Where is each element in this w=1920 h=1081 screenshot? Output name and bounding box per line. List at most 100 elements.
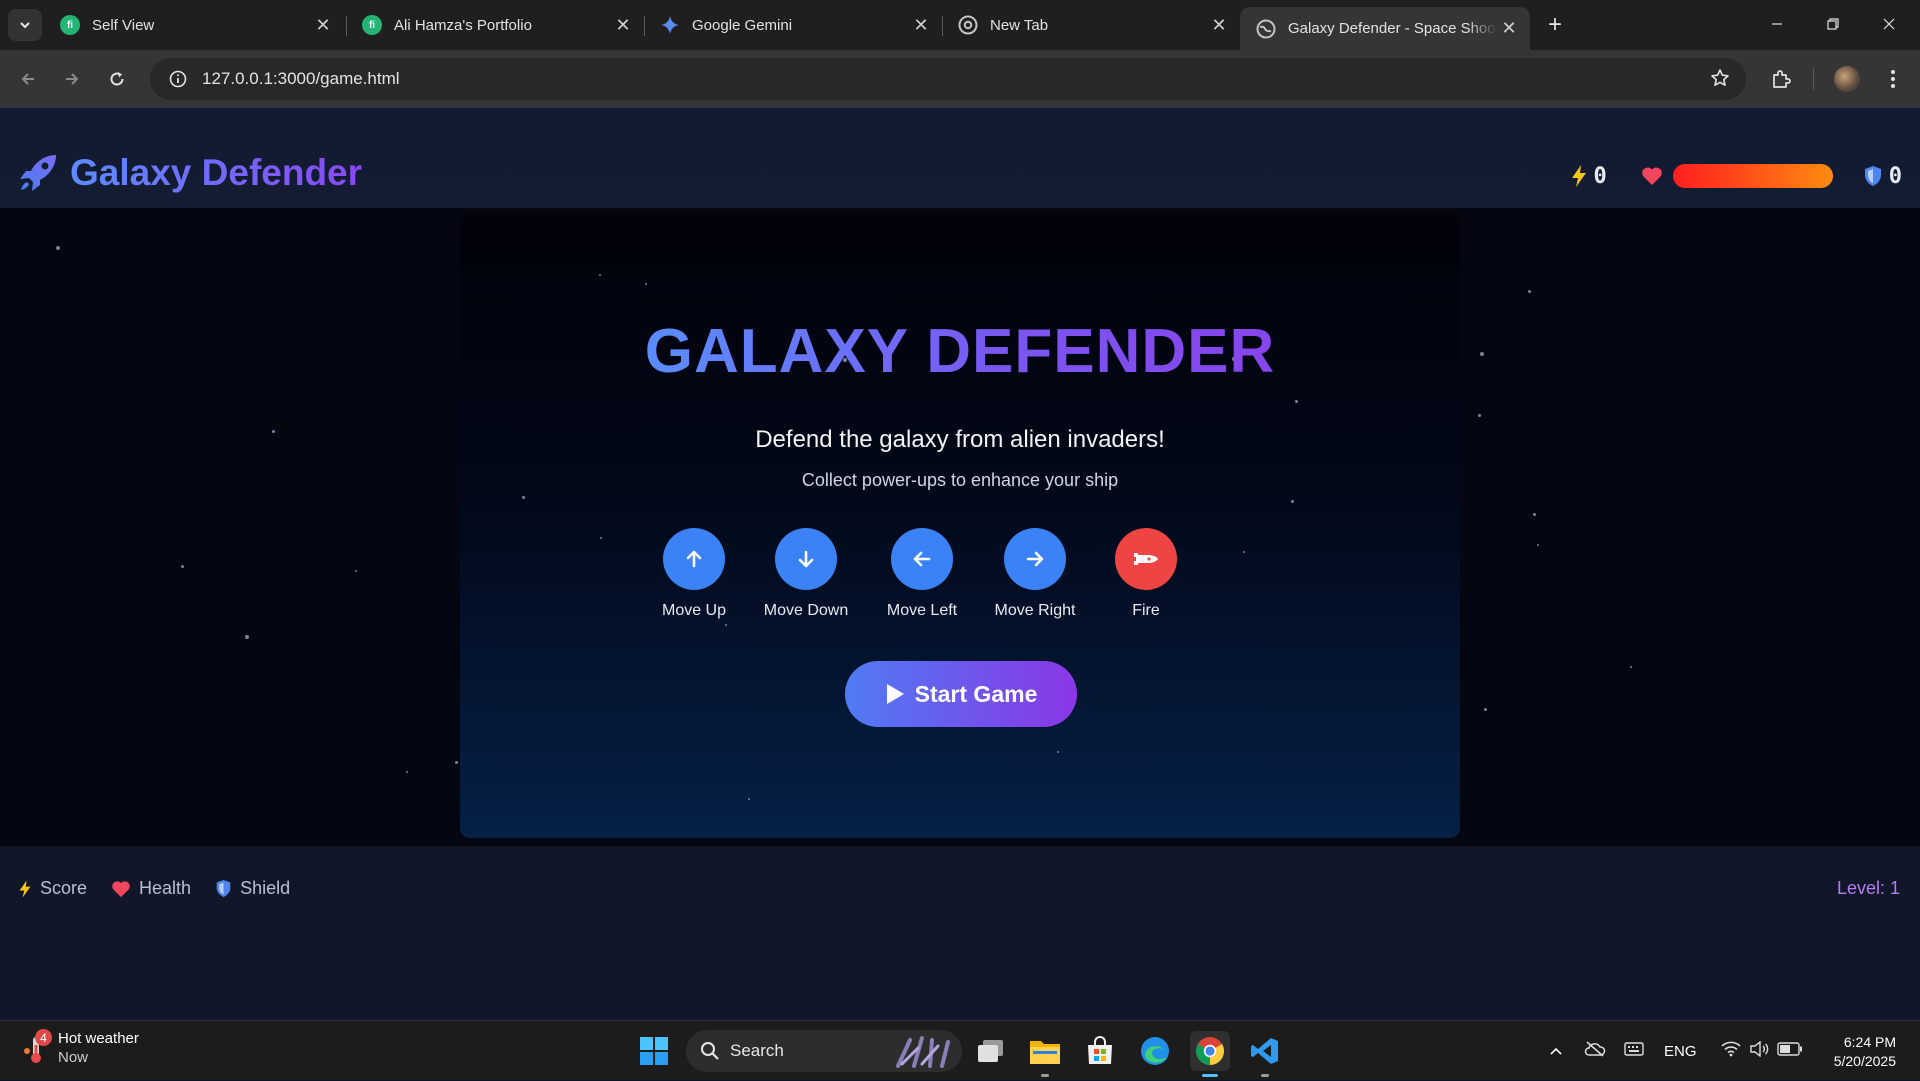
fire-icon [1134,553,1158,565]
edge-button[interactable] [1135,1031,1175,1071]
language-indicator[interactable]: ENG [1664,1043,1697,1060]
star [645,283,647,285]
running-indicator [1041,1074,1049,1077]
close-icon [1883,18,1895,30]
fire-button[interactable] [1115,528,1177,590]
move-left-button[interactable] [891,528,953,590]
taskbar-search[interactable]: Search [686,1030,962,1072]
chrome-taskbar-button[interactable] [1190,1031,1230,1077]
close-icon[interactable]: ✕ [612,14,634,36]
level-indicator: Level: 1 [1836,878,1900,898]
weather-text: Hot weather Now [58,1029,139,1067]
windows-logo-icon [640,1037,668,1065]
tab-search-button[interactable] [8,9,42,41]
wifi-icon[interactable] [1720,1041,1741,1061]
thermometer-icon: 4 [22,1029,52,1065]
star [725,624,727,626]
shield-icon [216,880,231,897]
tab-portfolio[interactable]: fi Ali Hamza's Portfolio ✕ [346,7,644,43]
play-icon [886,684,904,704]
tab-new-tab[interactable]: New Tab ✕ [942,7,1240,43]
cloud-offline-icon[interactable] [1584,1041,1606,1061]
close-icon[interactable]: ✕ [910,14,932,36]
logo: Galaxy Defender [18,152,362,194]
control-label: Move Up [661,602,727,619]
bookmark-star-icon[interactable] [1710,68,1730,94]
close-icon[interactable]: ✕ [312,14,334,36]
control-label: Move Left [886,602,958,619]
start-game-label: Start Game [914,680,1038,707]
reload-button[interactable] [101,63,133,95]
weather-widget[interactable]: 4 Hot weather Now [22,1029,139,1067]
site-info-icon[interactable] [160,70,196,88]
shield-icon [1864,166,1881,186]
minimize-button[interactable] [1754,8,1800,40]
move-down-button[interactable] [775,528,837,590]
game-title: GALAXY DEFENDER [460,316,1460,387]
control-move-left: Move Left [862,528,982,620]
address-bar[interactable]: 127.0.0.1:3000/game.html [150,58,1746,100]
star [455,761,458,764]
control-label: Move Right [994,602,1076,619]
star [181,565,184,568]
game-subtitle: Defend the galaxy from alien invaders! [755,426,1165,453]
arrow-up-icon [686,550,702,568]
tab-self-view[interactable]: fi Self View ✕ [44,7,344,43]
vscode-button[interactable] [1245,1031,1285,1077]
profile-button[interactable] [1831,63,1863,95]
new-tab-button[interactable]: + [1541,11,1569,39]
chevron-up-icon[interactable] [1546,1046,1566,1056]
game-page: Galaxy Defender 0 0 GALAXY DEFENDER Defe… [0,108,1920,1020]
back-button[interactable] [12,63,44,95]
score-value: 0 [1593,163,1607,189]
keyboard-icon[interactable] [1624,1042,1644,1060]
close-window-button[interactable] [1866,8,1912,40]
volume-icon[interactable] [1749,1040,1769,1061]
file-explorer-button[interactable] [1025,1031,1065,1077]
menu-button[interactable] [1877,63,1909,95]
move-right-button[interactable] [1004,528,1066,590]
star [272,430,275,433]
heart-icon [112,880,130,897]
system-tray: ENG [1546,1021,1803,1081]
battery-icon[interactable] [1776,1042,1803,1060]
lavender-decoration-icon [896,1036,950,1068]
score-stat: 0 [1570,164,1607,189]
url-text: 127.0.0.1:3000/game.html [202,69,400,88]
star [1057,751,1059,753]
health-bar [1672,164,1833,188]
folder-icon [1030,1041,1060,1064]
game-canvas[interactable]: GALAXY DEFENDER Defend the galaxy from a… [460,214,1460,838]
close-icon[interactable]: ✕ [1208,14,1230,36]
start-game-button[interactable]: Start Game [845,661,1077,727]
globe-icon [1256,19,1276,39]
arrow-right-icon [1026,551,1044,567]
forward-button[interactable] [56,63,88,95]
notification-badge: 4 [35,1029,52,1046]
control-move-right: Move Right [975,528,1095,620]
move-up-button[interactable] [663,528,725,590]
tab-gemini[interactable]: Google Gemini ✕ [644,7,942,43]
tab-galaxy-defender[interactable]: Galaxy Defender - Space Shooter ✕ [1240,7,1530,50]
task-view-button[interactable] [971,1031,1011,1071]
store-button[interactable] [1080,1031,1120,1071]
rocket-icon [20,155,56,191]
task-view-icon [978,1040,1003,1062]
extensions-button[interactable] [1765,63,1797,95]
legend-health: Health [111,878,191,899]
control-move-down: Move Down [746,528,866,620]
game-header: Galaxy Defender 0 0 [0,108,1920,208]
arrow-right-icon [66,73,79,85]
chrome-icon [1196,1037,1224,1065]
minimize-icon [1772,23,1782,25]
clock[interactable]: 6:24 PM 5/20/2025 [1834,1033,1896,1071]
shield-value: 0 [1888,163,1902,189]
close-icon[interactable]: ✕ [1498,18,1520,40]
vscode-icon [1251,1038,1278,1064]
legend-score: Score [18,878,87,899]
start-button[interactable] [634,1031,674,1071]
shield-stat: 0 [1863,164,1902,189]
fi-favicon-icon: fi [60,15,80,35]
restore-button[interactable] [1810,8,1856,40]
arrow-left-icon [913,551,931,567]
